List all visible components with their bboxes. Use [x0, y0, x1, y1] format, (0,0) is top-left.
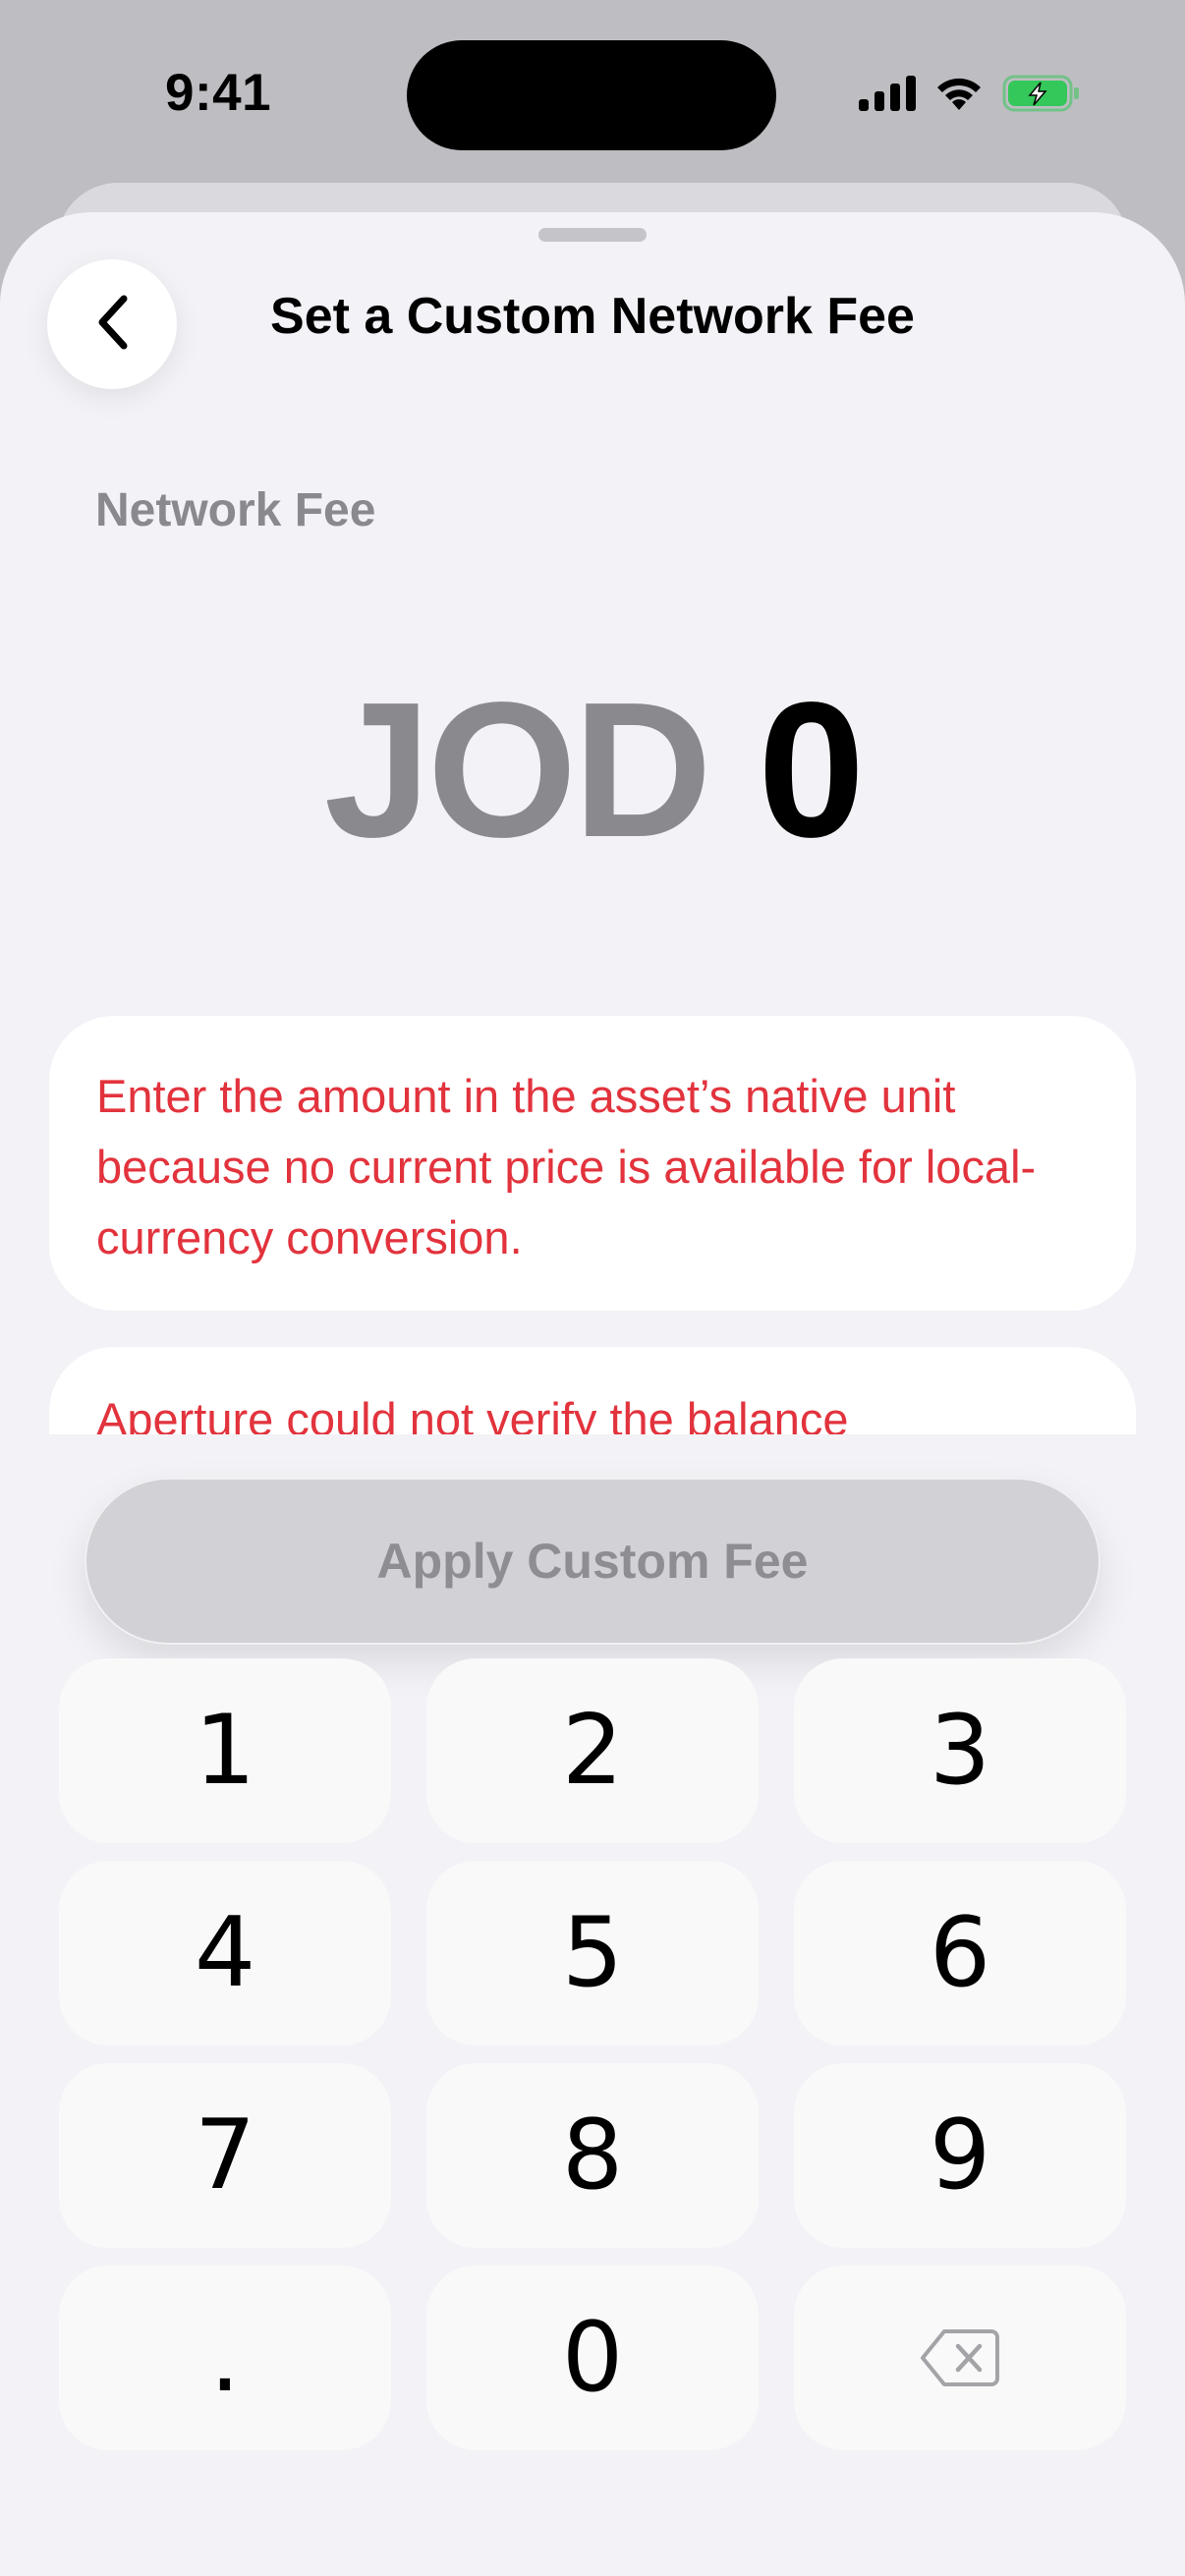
status-time: 9:41 — [165, 64, 272, 122]
key-8[interactable]: 8 — [426, 2063, 759, 2248]
key-6[interactable]: 6 — [794, 1861, 1126, 2045]
scroll-content[interactable]: Network Fee JOD 0 Enter the amount in th… — [0, 212, 1185, 1434]
status-bar: 9:41 — [0, 0, 1185, 187]
key-5[interactable]: 5 — [426, 1861, 759, 2045]
warning-message: Aperture could not verify the balance — [96, 1393, 849, 1434]
wifi-icon — [933, 75, 985, 112]
key-7[interactable]: 7 — [59, 2063, 391, 2248]
balance-warning-card: Aperture could not verify the balance — [49, 1347, 1136, 1434]
network-fee-label: Network Fee — [95, 484, 376, 536]
status-icons — [859, 75, 1081, 112]
native-unit-warning-card: Enter the amount in the asset’s native u… — [49, 1016, 1136, 1311]
dynamic-island — [407, 40, 776, 150]
fee-amount-display: JOD 0 — [0, 674, 1185, 867]
warning-message: Enter the amount in the asset’s native u… — [96, 1070, 1037, 1263]
apply-custom-fee-button[interactable]: Apply Custom Fee — [85, 1478, 1100, 1645]
currency-code: JOD — [323, 662, 712, 877]
key-9[interactable]: 9 — [794, 2063, 1126, 2248]
delete-backspace-icon — [921, 2327, 999, 2388]
key-2[interactable]: 2 — [426, 1658, 759, 1843]
key-decimal[interactable]: . — [59, 2266, 391, 2450]
numeric-keypad: 1 2 3 4 5 6 7 8 9 . 0 — [59, 1658, 1126, 2450]
key-4[interactable]: 4 — [59, 1861, 391, 2045]
cellular-signal-icon — [859, 76, 916, 111]
key-1[interactable]: 1 — [59, 1658, 391, 1843]
key-3[interactable]: 3 — [794, 1658, 1126, 1843]
key-0[interactable]: 0 — [426, 2266, 759, 2450]
fee-amount-value: 0 — [758, 662, 865, 877]
custom-fee-sheet: Set a Custom Network Fee Network Fee JOD… — [0, 212, 1185, 2576]
battery-charging-icon — [1002, 75, 1081, 112]
key-delete[interactable] — [794, 2266, 1126, 2450]
